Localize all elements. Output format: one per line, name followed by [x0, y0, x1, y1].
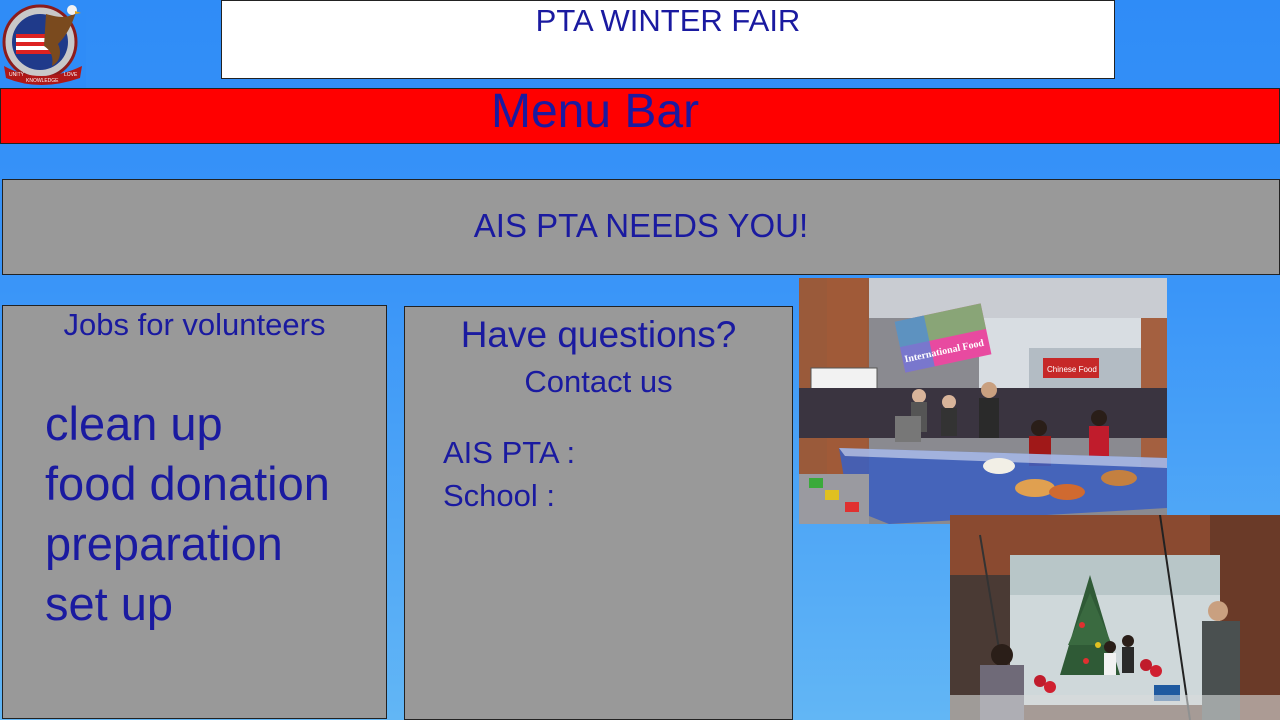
eagle-flag-emblem-icon: UNITY KNOWLEDGE LOVE — [0, 0, 86, 88]
list-item: food donation — [45, 457, 330, 510]
logo-ribbon-left: UNITY — [9, 72, 25, 78]
volunteer-banner: AIS PTA NEEDS YOU! — [2, 179, 1280, 275]
list-item: preparation — [45, 517, 283, 570]
contact-heading: Contact us — [524, 364, 673, 399]
logo-ribbon-center: KNOWLEDGE — [26, 78, 59, 84]
school-contact: School : — [443, 478, 556, 513]
jobs-list: clean up food donation preparation set u… — [45, 394, 330, 634]
logo-ribbon-right: LOVE — [64, 72, 78, 78]
list-item: clean up — [45, 397, 223, 450]
school-logo: UNITY KNOWLEDGE LOVE — [0, 0, 86, 88]
questions-heading: Have questions? — [460, 314, 737, 355]
banner-text: AIS PTA NEEDS YOU! — [473, 207, 809, 244]
menu-bar-label: Menu Bar — [491, 85, 700, 138]
jobs-title: Jobs for volunteers — [63, 307, 326, 342]
contact-panel: Have questions? Contact us AIS PTA : Sch… — [404, 306, 793, 720]
page-title-box: PTA WINTER FAIR — [221, 0, 1115, 79]
page-title: PTA WINTER FAIR — [535, 3, 801, 38]
list-item: set up — [45, 577, 174, 630]
menu-bar[interactable]: Menu Bar — [0, 88, 1280, 144]
ais-pta-contact: AIS PTA : — [443, 435, 576, 470]
food-fair-photo: International Food Chinese Food — [799, 278, 1167, 524]
jobs-panel: Jobs for volunteers clean up food donati… — [2, 305, 387, 719]
holiday-photo — [950, 515, 1280, 720]
stall-sign-text: Chinese Food — [1047, 365, 1097, 374]
